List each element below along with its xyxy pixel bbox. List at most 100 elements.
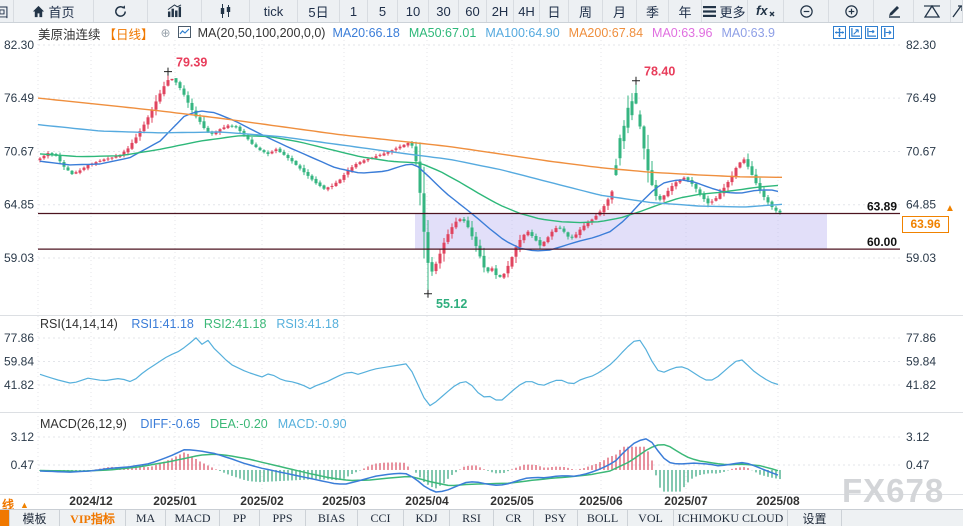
toolbar-button-10min[interactable]: 10 — [398, 0, 429, 22]
macd-histogram — [40, 447, 780, 492]
toolbar-label-year: 年 — [678, 2, 691, 21]
trading-terminal: 回首页tick5日151030602H4H日周月季年更多fx 美原油连续 【日线… — [0, 0, 963, 526]
toolbar-button-2h[interactable]: 2H — [487, 0, 514, 22]
ma200-value: MA200:67.84 — [569, 26, 643, 40]
tab-vip-indicator[interactable]: VIP指标 — [60, 510, 126, 526]
toolbar-button-1min[interactable]: 1 — [340, 0, 368, 22]
price-annotation: 55.12 — [436, 297, 467, 311]
toolbar-button-formula[interactable]: fx — [748, 0, 784, 22]
toolbar-button-year[interactable]: 年 — [669, 0, 702, 22]
toolbar-label-quarter: 季 — [646, 2, 659, 21]
toolbar-label-2h: 2H — [492, 4, 509, 19]
toolbar-button-month[interactable]: 月 — [603, 0, 637, 22]
axis-tick-label: 0.47 — [11, 458, 35, 472]
macd-params[interactable]: MACD(26,12,9) — [40, 417, 127, 431]
axis-tick-label: 64.85 — [4, 198, 34, 212]
rsi1-value: RSI1:41.18 — [131, 317, 194, 331]
tab-macd[interactable]: MACD — [166, 510, 220, 526]
toolbar-button-4h[interactable]: 4H — [514, 0, 540, 22]
toolbar-button-shapes-partial[interactable] — [951, 0, 963, 22]
tab-cci[interactable]: CCI — [358, 510, 404, 526]
toolbar-button-quarter[interactable]: 季 — [637, 0, 669, 22]
toolbar-button-tick[interactable]: tick — [250, 0, 298, 22]
level-label: 60.00 — [867, 235, 897, 249]
xaxis-month-label: 2025/06 — [579, 494, 623, 508]
rsi2-value: RSI2:41.18 — [204, 317, 267, 331]
toolbar-button-draw[interactable] — [874, 0, 914, 22]
toolbar-label-4h: 4H — [518, 4, 535, 19]
toolbar-button-candlestick[interactable] — [202, 0, 250, 22]
tab-partial[interactable] — [0, 510, 10, 526]
ma-line-ma50 — [40, 136, 778, 223]
toolbar-button-zoom-in[interactable] — [829, 0, 874, 22]
tab-settings[interactable]: 设置 — [788, 510, 842, 526]
xaxis-month-label: 2024/12 — [69, 494, 113, 508]
price-annotation: 79.39 — [176, 56, 207, 70]
toolbar-label-month: 月 — [613, 2, 626, 21]
ma-values: MA20:66.18MA50:67.01MA100:64.90MA200:67.… — [332, 26, 784, 40]
go-latest-icon[interactable] — [881, 26, 894, 39]
axis-tick-label: 3.12 — [906, 430, 930, 444]
tab-pp[interactable]: PP — [220, 510, 260, 526]
toolbar-label-more: 更多 — [719, 2, 745, 21]
toolbar-button-refresh[interactable] — [94, 0, 148, 22]
crosshair-pan-icon[interactable] — [833, 26, 846, 39]
tab-boll[interactable]: BOLL — [578, 510, 628, 526]
toolbar-label-10min: 10 — [406, 4, 420, 19]
tab-cr[interactable]: CR — [494, 510, 534, 526]
indicator-tab-bar: 模板VIP指标MAMACDPPPPSBIASCCIKDJRSICRPSYBOLL… — [0, 509, 963, 526]
tab-pps[interactable]: PPS — [260, 510, 306, 526]
axis-tick-label: 82.30 — [4, 40, 34, 52]
axis-tick-label: 76.49 — [906, 91, 936, 105]
tab-rsi[interactable]: RSI — [450, 510, 494, 526]
toolbar-label-60min: 60 — [465, 4, 479, 19]
tab-template[interactable]: 模板 — [10, 510, 60, 526]
toolbar-label-home: 首页 — [48, 2, 74, 21]
ma100-value: MA100:64.90 — [485, 26, 559, 40]
svg-text:fx: fx — [756, 4, 768, 18]
toolbar-button-more[interactable]: 更多 — [702, 0, 748, 22]
toolbar-button-week[interactable]: 周 — [569, 0, 603, 22]
current-price-badge: 63.96 — [902, 216, 949, 233]
axis-tick-label: 59.84 — [4, 354, 34, 368]
toolbar-button-home[interactable]: 首页 — [14, 0, 94, 22]
chart-tool-icons — [833, 26, 894, 39]
ma-line-ma200 — [38, 98, 782, 177]
price-chart-canvas[interactable]: 82.3082.3076.4976.4970.6770.6764.8564.85… — [0, 40, 963, 509]
chart-type-icon[interactable] — [178, 26, 191, 41]
zoom-area-icon[interactable] — [849, 26, 862, 39]
toolbar-button-30min[interactable]: 30 — [429, 0, 459, 22]
axis-tick-label: 77.86 — [4, 331, 34, 345]
tab-psy[interactable]: PSY — [534, 510, 578, 526]
toolbar-button-zoom-out[interactable] — [784, 0, 829, 22]
ma50-value: MA50:67.01 — [409, 26, 476, 40]
axis-tick-label: 82.30 — [906, 40, 936, 52]
tab-bias[interactable]: BIAS — [306, 510, 358, 526]
toolbar-button-60min[interactable]: 60 — [459, 0, 487, 22]
toolbar-label-5min: 5 — [379, 4, 386, 19]
toolbar-button-back-partial[interactable]: 回 — [0, 0, 14, 22]
watermark: FX678 — [842, 472, 944, 510]
ma-settings-label[interactable]: MA(20,50,100,200,0,0) — [198, 26, 326, 40]
axis-tick-label: 70.67 — [4, 144, 34, 158]
compare-add-icon[interactable]: ⊕ — [161, 26, 171, 40]
tab-ichimoku[interactable]: ICHIMOKU CLOUD — [674, 510, 788, 526]
axis-tick-label: 0.47 — [906, 458, 930, 472]
toolbar-button-5min[interactable]: 5 — [368, 0, 398, 22]
diff-value: DIFF:-0.65 — [140, 417, 200, 431]
rsi-header: RSI(14,14,14) RSI1:41.18 RSI2:41.18 RSI3:4… — [40, 317, 349, 331]
toolbar-button-day[interactable]: 日 — [540, 0, 569, 22]
rsi3-value: RSI3:41.18 — [276, 317, 339, 331]
axis-tick-label: 76.49 — [4, 91, 34, 105]
rsi-params[interactable]: RSI(14,14,14) — [40, 317, 118, 331]
toolbar-button-5day[interactable]: 5日 — [298, 0, 340, 22]
macd-header: MACD(26,12,9) DIFF:-0.65DEA:-0.20MACD:-0… — [40, 417, 357, 431]
tab-ma[interactable]: MA — [126, 510, 166, 526]
toolbar-button-shapes[interactable] — [914, 0, 951, 22]
tab-kdj[interactable]: KDJ — [404, 510, 450, 526]
price-annotation: 78.40 — [644, 65, 675, 79]
tab-vol[interactable]: VOL — [628, 510, 674, 526]
toolbar-button-bar-chart[interactable] — [148, 0, 202, 22]
axis-tick-label: 64.85 — [906, 198, 936, 212]
pan-horizontal-icon[interactable] — [865, 26, 878, 39]
